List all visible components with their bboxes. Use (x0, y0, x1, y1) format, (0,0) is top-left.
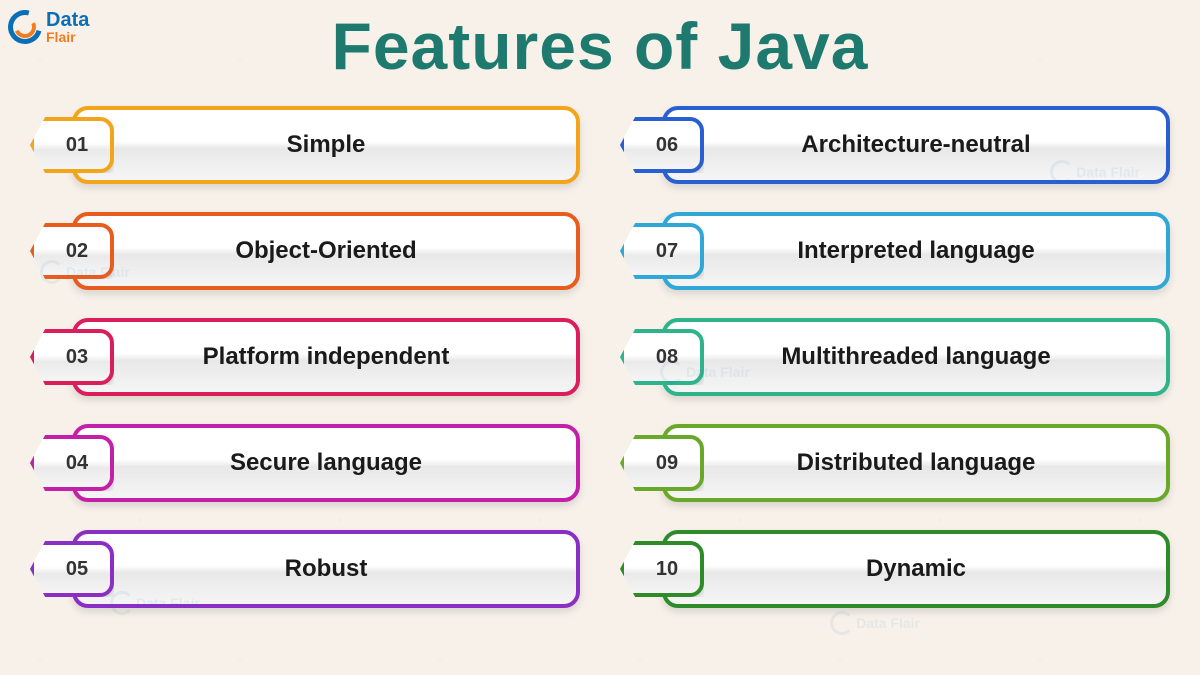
watermark-icon: Data Flair (40, 260, 130, 284)
feature-number: 04 (30, 435, 114, 491)
feature-label: Distributed language (797, 449, 1036, 477)
logo-line1: Data (46, 10, 89, 30)
feature-number: 07 (620, 223, 704, 279)
feature-item: Multithreaded language 08 (620, 318, 1170, 396)
feature-label: Dynamic (866, 555, 966, 583)
feature-item: Interpreted language 07 (620, 212, 1170, 290)
logo-line2: Flair (46, 30, 89, 44)
left-column: Simple 01 Object-Oriented 02 Platform in… (30, 106, 580, 608)
feature-item: Dynamic 10 (620, 530, 1170, 608)
feature-number: 03 (30, 329, 114, 385)
feature-body: Dynamic (662, 530, 1170, 608)
feature-item: Distributed language 09 (620, 424, 1170, 502)
feature-label: Simple (287, 131, 366, 159)
feature-number: 05 (30, 541, 114, 597)
feature-body: Simple (72, 106, 580, 184)
feature-label: Secure language (230, 449, 422, 477)
feature-body: Interpreted language (662, 212, 1170, 290)
watermark-icon: Data Flair (830, 611, 920, 635)
feature-item: Platform independent 03 (30, 318, 580, 396)
feature-label: Multithreaded language (781, 343, 1050, 371)
feature-number: 10 (620, 541, 704, 597)
feature-number: 06 (620, 117, 704, 173)
watermark-icon: Data Flair (1050, 160, 1140, 184)
feature-body: Multithreaded language (662, 318, 1170, 396)
feature-body: Platform independent (72, 318, 580, 396)
feature-label: Object-Oriented (235, 237, 416, 265)
feature-label: Interpreted language (797, 237, 1034, 265)
feature-label: Architecture-neutral (801, 131, 1030, 159)
feature-body: Secure language (72, 424, 580, 502)
feature-body: Distributed language (662, 424, 1170, 502)
feature-number: 09 (620, 435, 704, 491)
watermark-icon: Data Flair (110, 591, 200, 615)
logo-text: Data Flair (46, 10, 89, 44)
feature-number: 01 (30, 117, 114, 173)
brand-logo: Data Flair (8, 10, 89, 44)
feature-label: Platform independent (203, 343, 450, 371)
feature-item: Simple 01 (30, 106, 580, 184)
logo-icon (8, 10, 42, 44)
watermark-icon: Data Flair (660, 360, 750, 384)
feature-item: Secure language 04 (30, 424, 580, 502)
feature-label: Robust (285, 555, 368, 583)
feature-body: Object-Oriented (72, 212, 580, 290)
